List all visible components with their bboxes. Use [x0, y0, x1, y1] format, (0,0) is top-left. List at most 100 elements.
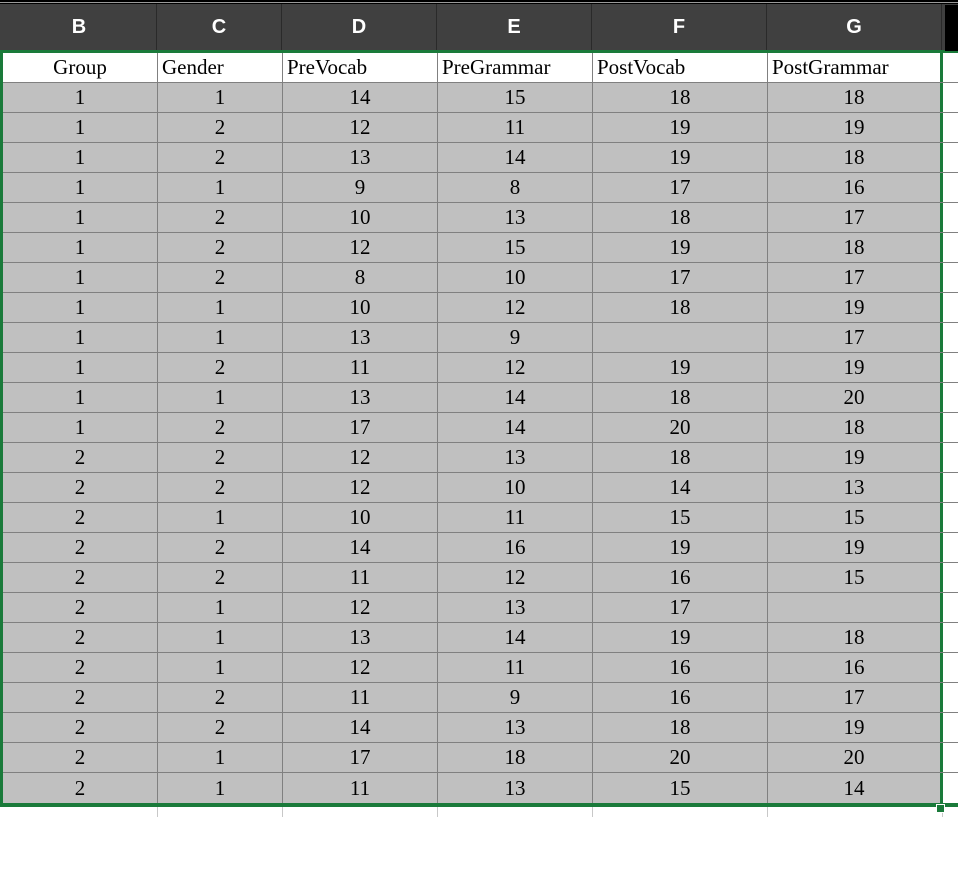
- cell[interactable]: 2: [3, 503, 158, 532]
- cell[interactable]: 1: [158, 773, 283, 803]
- table-row[interactable]: 2212101413: [3, 473, 958, 503]
- cell[interactable]: 8: [438, 173, 593, 202]
- cell[interactable]: [593, 323, 768, 352]
- cell[interactable]: 19: [593, 533, 768, 562]
- cell[interactable]: 1: [158, 83, 283, 112]
- cell[interactable]: 9: [438, 683, 593, 712]
- cell[interactable]: 12: [283, 233, 438, 262]
- cell[interactable]: 18: [593, 713, 768, 742]
- cell[interactable]: 1: [3, 83, 158, 112]
- cell[interactable]: 13: [438, 203, 593, 232]
- cell[interactable]: 2: [158, 263, 283, 292]
- cell[interactable]: 17: [283, 413, 438, 442]
- cell[interactable]: 19: [593, 113, 768, 142]
- cell[interactable]: 19: [593, 353, 768, 382]
- cell[interactable]: 18: [593, 293, 768, 322]
- field-prevocab[interactable]: PreVocab: [283, 53, 438, 82]
- cell[interactable]: 14: [283, 533, 438, 562]
- table-row[interactable]: 2214161919: [3, 533, 958, 563]
- table-row[interactable]: 128101717: [3, 263, 958, 293]
- cell[interactable]: 1: [158, 383, 283, 412]
- cell[interactable]: 15: [438, 83, 593, 112]
- cell[interactable]: 20: [768, 743, 943, 772]
- cell[interactable]: 2: [158, 563, 283, 592]
- cell[interactable]: 18: [768, 83, 943, 112]
- cell[interactable]: 17: [593, 593, 768, 622]
- cell[interactable]: 19: [768, 533, 943, 562]
- cell[interactable]: 16: [593, 653, 768, 682]
- empty-cell[interactable]: [158, 807, 283, 817]
- cell[interactable]: 17: [283, 743, 438, 772]
- cell[interactable]: 2: [3, 623, 158, 652]
- cell[interactable]: 15: [593, 503, 768, 532]
- cell[interactable]: 1: [3, 173, 158, 202]
- cell[interactable]: 12: [438, 563, 593, 592]
- cell[interactable]: 2: [158, 143, 283, 172]
- cell[interactable]: 1: [3, 323, 158, 352]
- table-row[interactable]: 2212131819: [3, 443, 958, 473]
- cell[interactable]: 1: [158, 653, 283, 682]
- cell[interactable]: 19: [768, 443, 943, 472]
- empty-cell[interactable]: [3, 807, 158, 817]
- cell[interactable]: 16: [593, 683, 768, 712]
- cell[interactable]: 12: [283, 653, 438, 682]
- table-row[interactable]: 1210131817: [3, 203, 958, 233]
- cell[interactable]: 1: [3, 293, 158, 322]
- cell[interactable]: 1: [158, 293, 283, 322]
- cell[interactable]: 17: [768, 683, 943, 712]
- cell[interactable]: 11: [438, 503, 593, 532]
- table-row[interactable]: 1113141820: [3, 383, 958, 413]
- cell[interactable]: 2: [3, 713, 158, 742]
- cell[interactable]: 19: [768, 113, 943, 142]
- table-row[interactable]: 1212151918: [3, 233, 958, 263]
- cell[interactable]: 1: [3, 383, 158, 412]
- cell[interactable]: 10: [438, 263, 593, 292]
- empty-cell[interactable]: [438, 807, 593, 817]
- table-row[interactable]: 1110121819: [3, 293, 958, 323]
- table-row[interactable]: 2211121615: [3, 563, 958, 593]
- column-header-D[interactable]: D: [282, 4, 437, 50]
- cell[interactable]: 19: [768, 293, 943, 322]
- table-row[interactable]: 2111131514: [3, 773, 958, 803]
- selected-range[interactable]: Group Gender PreVocab PreGrammar PostVoc…: [0, 50, 958, 807]
- column-header-E[interactable]: E: [437, 4, 592, 50]
- table-row[interactable]: 1212111919: [3, 113, 958, 143]
- cell[interactable]: 11: [283, 353, 438, 382]
- cell[interactable]: 2: [3, 533, 158, 562]
- cell[interactable]: 18: [768, 143, 943, 172]
- cell[interactable]: 17: [768, 203, 943, 232]
- cell[interactable]: 14: [283, 83, 438, 112]
- column-header-B[interactable]: B: [2, 4, 157, 50]
- cell[interactable]: 2: [3, 743, 158, 772]
- cell[interactable]: 2: [158, 473, 283, 502]
- table-row[interactable]: 2113141918: [3, 623, 958, 653]
- cell[interactable]: [768, 593, 943, 622]
- selection-fill-handle[interactable]: [936, 804, 945, 813]
- empty-row-below[interactable]: [0, 807, 958, 831]
- cell[interactable]: 2: [158, 233, 283, 262]
- cell[interactable]: 12: [283, 113, 438, 142]
- table-row[interactable]: 2112111616: [3, 653, 958, 683]
- table-row[interactable]: 1113917: [3, 323, 958, 353]
- cell[interactable]: 1: [158, 743, 283, 772]
- cell[interactable]: 14: [438, 623, 593, 652]
- table-row[interactable]: 221191617: [3, 683, 958, 713]
- cell[interactable]: 13: [283, 383, 438, 412]
- cell[interactable]: 13: [283, 143, 438, 172]
- cell[interactable]: 14: [283, 713, 438, 742]
- cell[interactable]: 18: [593, 443, 768, 472]
- cell[interactable]: 11: [438, 113, 593, 142]
- cell[interactable]: 1: [3, 263, 158, 292]
- cell[interactable]: 15: [593, 773, 768, 803]
- cell[interactable]: 13: [438, 713, 593, 742]
- cell[interactable]: 12: [283, 473, 438, 502]
- cell[interactable]: 17: [593, 263, 768, 292]
- cell[interactable]: 13: [438, 773, 593, 803]
- cell[interactable]: 1: [158, 503, 283, 532]
- cell[interactable]: 1: [3, 413, 158, 442]
- cell[interactable]: 19: [593, 233, 768, 262]
- cell[interactable]: 18: [768, 413, 943, 442]
- cell[interactable]: 10: [283, 293, 438, 322]
- column-header-G[interactable]: G: [767, 4, 942, 50]
- cell[interactable]: 18: [438, 743, 593, 772]
